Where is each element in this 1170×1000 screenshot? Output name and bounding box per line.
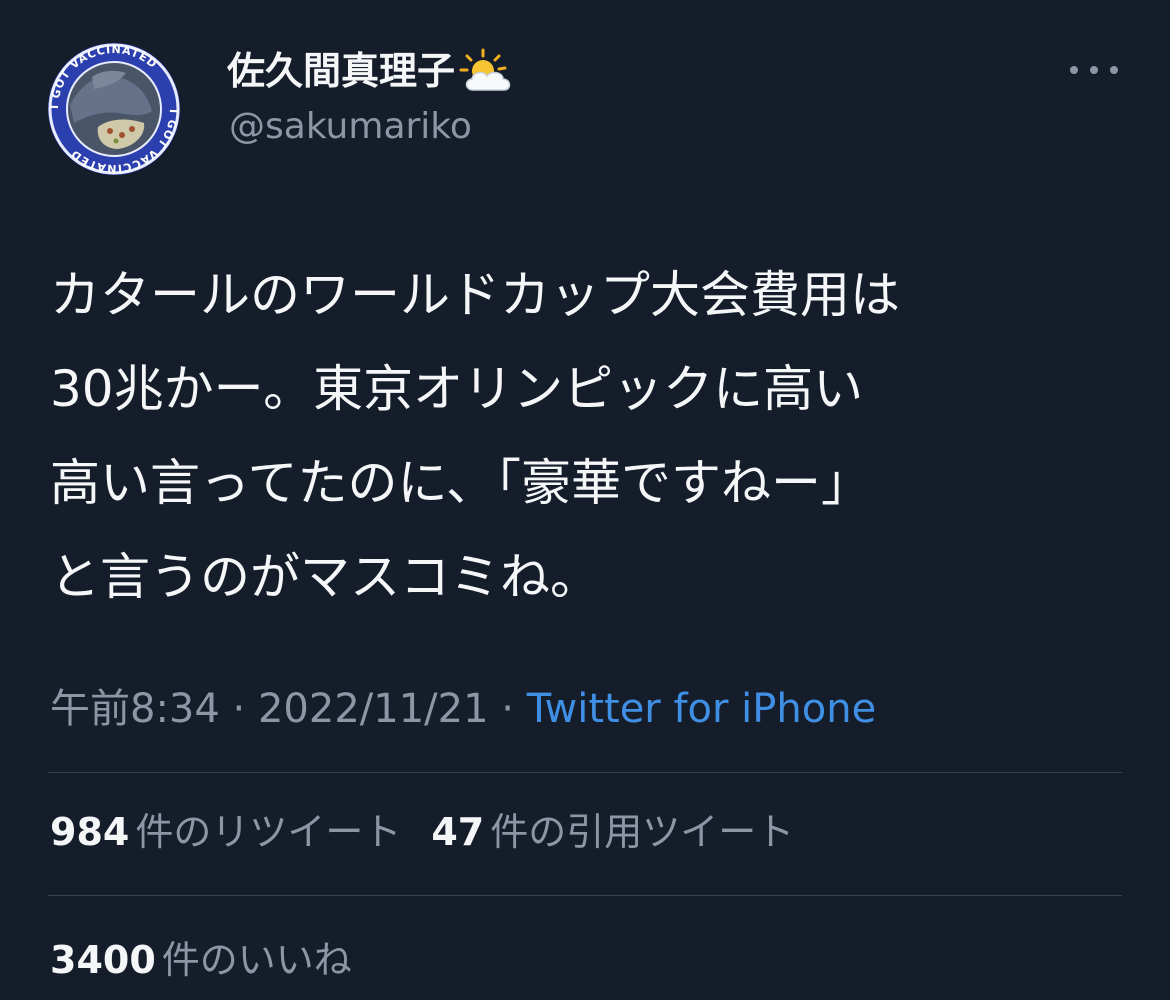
tweet-text-line: 高い言ってたのに、「豪華ですねー」 xyxy=(50,454,871,512)
more-dot-icon xyxy=(1070,66,1078,74)
tweet-date[interactable]: 2022/11/21 xyxy=(258,686,489,732)
quote-label: 件の引用ツイート xyxy=(490,810,795,854)
more-dot-icon xyxy=(1110,66,1118,74)
tweet-text-line: 30兆かー。東京オリンピックに高い xyxy=(50,360,864,418)
user-display-name[interactable]: 佐久間真理子 xyxy=(227,49,455,93)
divider xyxy=(48,895,1122,896)
sun-behind-cloud-icon xyxy=(459,48,515,94)
user-display-name-row[interactable]: 佐久間真理子 xyxy=(227,45,515,97)
tweet-meta: 午前8:34 · 2022/11/21 · Twitter for iPhone xyxy=(50,683,876,735)
meta-separator: · xyxy=(219,686,258,732)
user-handle[interactable]: @sakumariko xyxy=(229,103,472,151)
more-options-button[interactable] xyxy=(1070,56,1118,84)
avatar[interactable]: I GOT VACCINATED I GOT VACCINATED xyxy=(48,43,180,175)
meta-separator: · xyxy=(488,686,527,732)
likes-stat[interactable]: 3400 件のいいね xyxy=(50,934,352,986)
tweet-text-line: と言うのがマスコミね。 xyxy=(50,548,600,606)
tweet-text-line: カタールのワールドカップ大会費用は xyxy=(50,266,900,324)
like-count: 3400 xyxy=(50,938,156,982)
like-label: 件のいいね xyxy=(161,938,352,982)
more-dot-icon xyxy=(1090,66,1098,74)
quote-count: 47 xyxy=(431,810,485,854)
quote-tweets-stat[interactable]: 47 件の引用ツイート xyxy=(431,806,794,858)
retweet-label: 件のリツイート xyxy=(135,810,402,854)
likes-stats-row: 3400 件のいいね xyxy=(50,934,352,986)
retweet-count: 984 xyxy=(50,810,130,854)
tweet-time[interactable]: 午前8:34 xyxy=(50,686,220,732)
tweet-text: カタールのワールドカップ大会費用は 30兆かー。東京オリンピックに高い 高い言っ… xyxy=(50,248,1130,624)
divider xyxy=(48,772,1122,773)
retweets-stat[interactable]: 984 件のリツイート xyxy=(50,806,401,858)
engagement-stats-row: 984 件のリツイート 47 件の引用ツイート xyxy=(50,806,794,858)
tweet-source-link[interactable]: Twitter for iPhone xyxy=(527,686,877,732)
